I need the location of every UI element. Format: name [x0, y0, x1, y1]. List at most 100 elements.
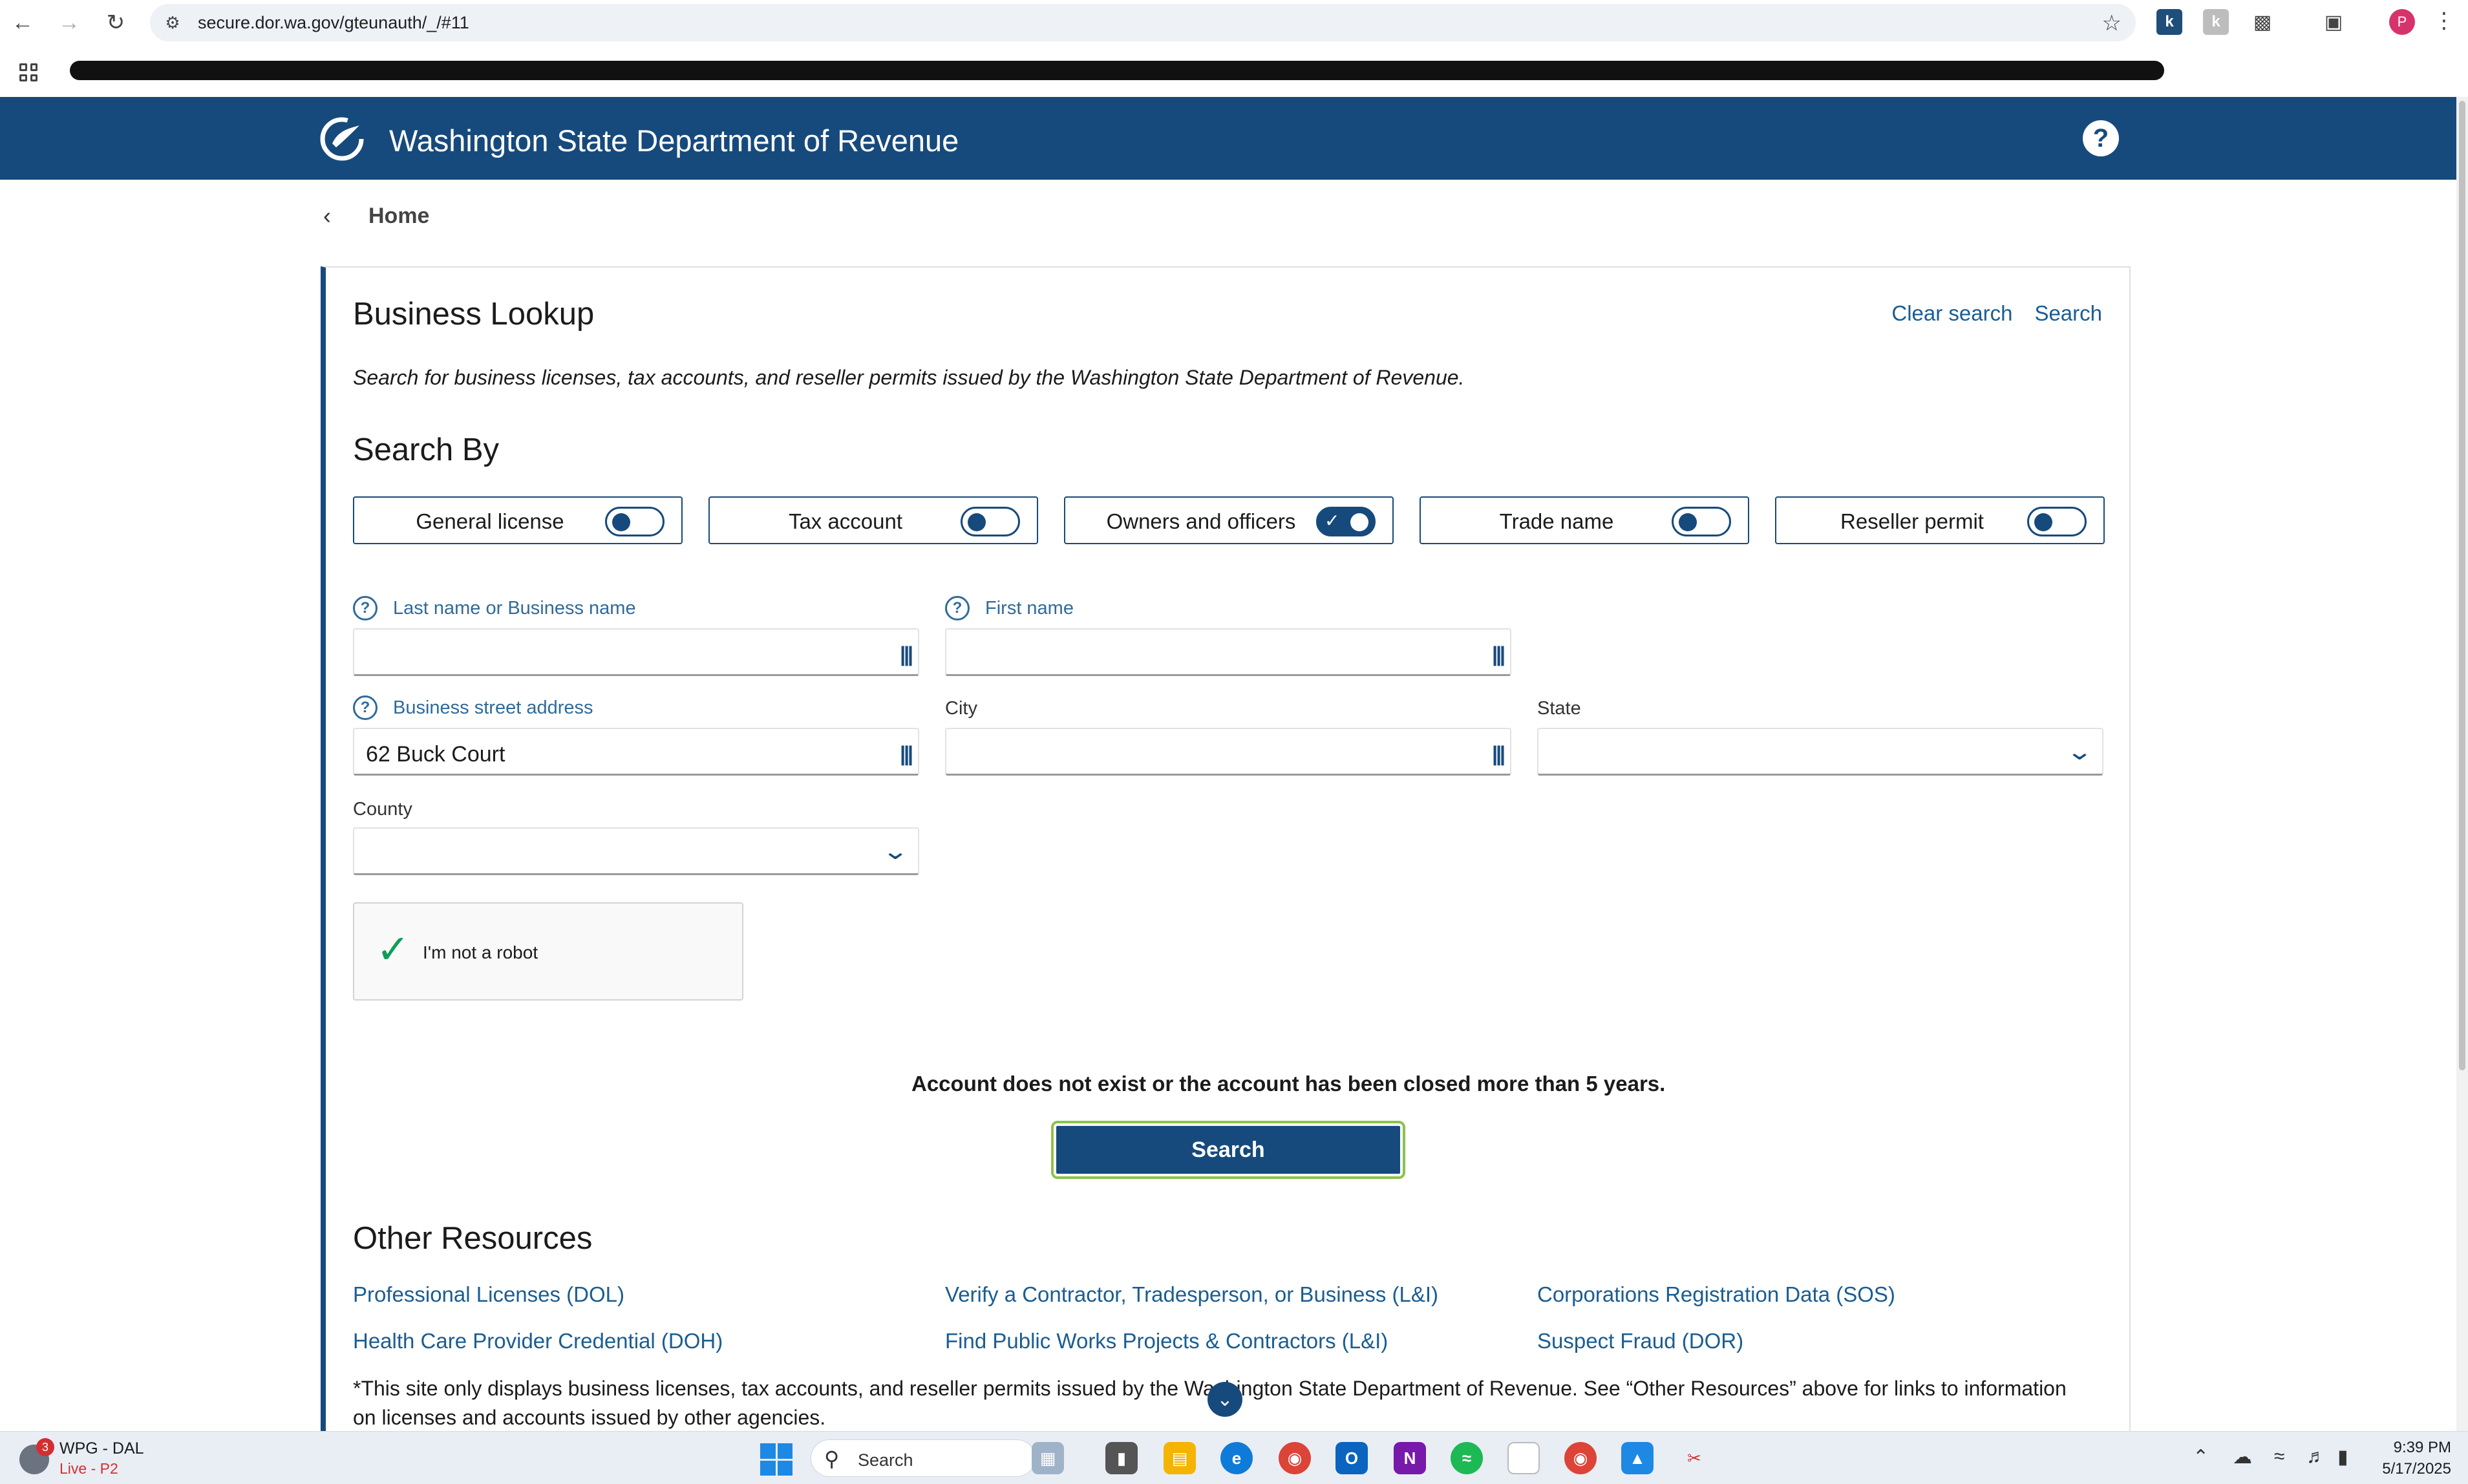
chevron-left-icon[interactable]: ‹ — [323, 202, 362, 229]
toggle-switch[interactable] — [2027, 507, 2087, 536]
state-select[interactable]: ⌄ — [1537, 728, 2103, 776]
file-explorer-icon[interactable]: ▤ — [1164, 1442, 1196, 1474]
toggle-tax-account[interactable]: Tax account — [708, 496, 1038, 544]
top-actions: Clear search Search — [1891, 301, 2102, 326]
taskbar-search[interactable]: ⚲ Search — [811, 1439, 1036, 1477]
street-address-label-text: Business street address — [393, 697, 593, 718]
chevron-down-icon[interactable]: ⌄ — [2066, 738, 2093, 765]
page-scrollbar[interactable] — [2456, 97, 2468, 1431]
autofill-icon[interactable]: ||| — [900, 642, 913, 666]
link-verify-contractor[interactable]: Verify a Contractor, Tradesperson, or Bu… — [945, 1282, 1438, 1307]
widget-status[interactable]: Live - P2 — [59, 1460, 118, 1478]
link-corporations-registration[interactable]: Corporations Registration Data (SOS) — [1537, 1282, 1895, 1307]
taskbar-search-text[interactable]: Search — [858, 1450, 913, 1470]
address-bar[interactable]: ⚙ secure.dor.wa.gov/gteunauth/_/#11 ☆ — [150, 4, 2136, 41]
help-circle-icon[interactable]: ? — [353, 695, 378, 720]
widget-title[interactable]: WPG - DAL — [59, 1439, 144, 1458]
street-address-value[interactable]: 62 Buck Court — [366, 742, 505, 767]
notepad-icon[interactable] — [1507, 1442, 1540, 1474]
help-circle-icon[interactable]: ? — [945, 596, 970, 620]
toggle-general-license[interactable]: General license — [353, 496, 683, 544]
city-input[interactable]: ||| — [945, 728, 1511, 776]
browser-toolbar: ← → ↻ ⚙ secure.dor.wa.gov/gteunauth/_/#1… — [0, 0, 2468, 45]
search-by-toggles: General license Tax account Owners and o… — [353, 496, 2105, 544]
notification-badge: 3 — [36, 1438, 54, 1456]
clear-search-link[interactable]: Clear search — [1891, 301, 2012, 326]
autofill-icon[interactable]: ||| — [900, 742, 913, 766]
search-by-heading: Search By — [353, 432, 500, 467]
dor-logo-icon[interactable] — [319, 116, 365, 162]
street-address-label: ? Business street address — [353, 695, 593, 720]
first-name-input[interactable]: ||| — [945, 628, 1511, 676]
snipping-tool-icon[interactable]: ✂ — [1678, 1442, 1710, 1474]
apps-grid-icon[interactable] — [16, 59, 41, 85]
clock[interactable]: 9:39 PM 5/17/2025 — [2371, 1437, 2451, 1479]
site-title[interactable]: Washington State Department of Revenue — [389, 123, 959, 158]
link-health-care-credential[interactable]: Health Care Provider Credential (DOH) — [353, 1329, 723, 1353]
checkmark-icon[interactable]: ✓ — [376, 926, 410, 973]
volume-icon[interactable]: ♬ — [2306, 1446, 2326, 1468]
last-name-input[interactable]: ||| — [353, 628, 919, 676]
windows-start-icon[interactable] — [760, 1443, 793, 1476]
chrome-icon[interactable]: ◉ — [1564, 1442, 1597, 1474]
terminal-icon[interactable]: ▮ — [1105, 1442, 1138, 1474]
toggle-owners-officers[interactable]: Owners and officers ✓ — [1064, 496, 1394, 544]
link-public-works[interactable]: Find Public Works Projects & Contractors… — [945, 1329, 1388, 1353]
toggle-trade-name[interactable]: Trade name — [1420, 496, 1749, 544]
edge-icon[interactable]: e — [1220, 1442, 1253, 1474]
chrome-icon[interactable]: ◉ — [1279, 1442, 1311, 1474]
widget-icon[interactable]: 3 — [17, 1438, 57, 1478]
help-icon[interactable]: ? — [2083, 120, 2119, 156]
forward-icon[interactable]: → — [53, 6, 85, 39]
task-view-icon[interactable]: ▦ — [1032, 1442, 1064, 1474]
search-button[interactable]: Search — [1051, 1121, 1405, 1179]
last-name-label-text: Last name or Business name — [393, 597, 636, 619]
toggle-reseller-permit[interactable]: Reseller permit — [1775, 496, 2105, 544]
breadcrumb-home[interactable]: Home — [368, 204, 429, 229]
switch-knob — [1679, 513, 1697, 531]
switch-knob — [1350, 513, 1368, 531]
switch-knob — [2034, 513, 2052, 531]
switch-knob — [968, 513, 986, 531]
reload-icon[interactable]: ↻ — [100, 6, 132, 39]
chevron-up-icon[interactable]: ⌃ — [2193, 1446, 2209, 1468]
toggle-switch[interactable] — [1672, 507, 1731, 536]
autofill-icon[interactable]: ||| — [1492, 742, 1505, 766]
bookmark-star-icon[interactable]: ☆ — [2102, 10, 2122, 36]
toggle-switch[interactable]: ✓ — [1316, 507, 1376, 536]
chevron-down-icon[interactable]: ⌄ — [882, 838, 909, 865]
spotify-icon[interactable]: ≈ — [1451, 1442, 1483, 1474]
onenote-icon[interactable]: N — [1394, 1442, 1426, 1474]
help-circle-icon[interactable]: ? — [353, 596, 378, 620]
link-professional-licenses[interactable]: Professional Licenses (DOL) — [353, 1282, 624, 1307]
toggle-switch[interactable] — [605, 507, 665, 536]
last-name-label: ? Last name or Business name — [353, 596, 636, 620]
scrollbar-thumb[interactable] — [2459, 101, 2465, 1070]
other-resources-heading: Other Resources — [353, 1221, 593, 1256]
extension-icon[interactable]: k — [2156, 9, 2182, 35]
recaptcha-box[interactable]: ✓ I'm not a robot — [353, 902, 743, 1001]
street-address-input[interactable]: 62 Buck Court ||| — [353, 728, 919, 776]
link-suspect-fraud[interactable]: Suspect Fraud (DOR) — [1537, 1329, 1743, 1353]
toggle-switch[interactable] — [961, 507, 1020, 536]
battery-icon[interactable]: ▮ — [2337, 1446, 2348, 1468]
site-header: Washington State Department of Revenue ? — [0, 97, 2456, 180]
site-info-icon[interactable]: ⚙ — [162, 12, 184, 34]
outlook-icon[interactable]: O — [1335, 1442, 1368, 1474]
county-select[interactable]: ⌄ — [353, 827, 919, 875]
photos-icon[interactable]: ▲ — [1621, 1442, 1654, 1474]
tab-search-icon[interactable]: ▣ — [2321, 9, 2346, 35]
menu-kebab-icon[interactable]: ⋮ — [2433, 8, 2455, 34]
url-text[interactable]: secure.dor.wa.gov/gteunauth/_/#11 — [198, 13, 469, 33]
autofill-icon[interactable]: ||| — [1492, 642, 1505, 666]
extension-icon[interactable]: k — [2203, 9, 2229, 35]
scroll-down-icon[interactable]: ⌄ — [1207, 1382, 1242, 1417]
search-link[interactable]: Search — [2034, 301, 2102, 326]
city-label: City — [945, 698, 977, 719]
extensions-puzzle-icon[interactable]: ▩ — [2250, 9, 2275, 35]
breadcrumb[interactable]: ‹ Home — [323, 198, 429, 234]
profile-avatar[interactable]: P — [2389, 9, 2415, 35]
back-icon[interactable]: ← — [6, 6, 39, 39]
onedrive-icon[interactable]: ☁ — [2233, 1446, 2252, 1468]
wifi-icon[interactable]: ≈ — [2274, 1446, 2284, 1468]
